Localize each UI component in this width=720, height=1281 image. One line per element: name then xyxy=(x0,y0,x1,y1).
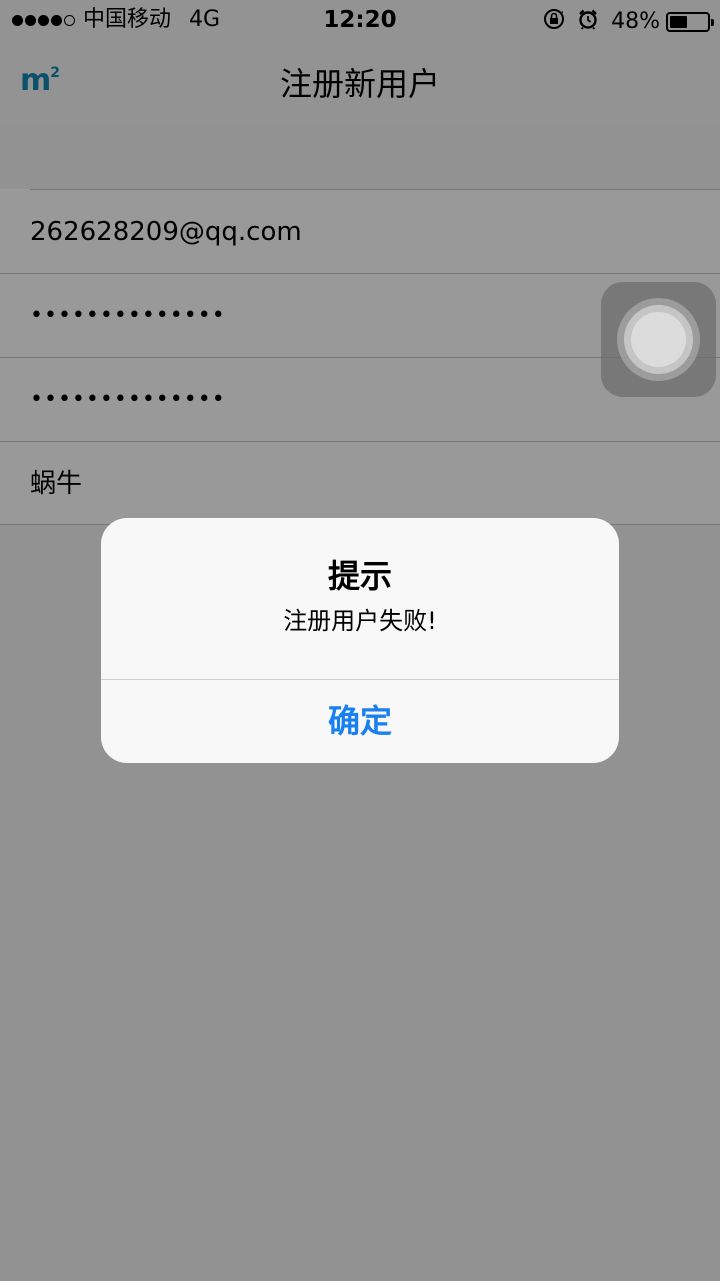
assistive-touch-center xyxy=(631,312,686,367)
alert-title: 提示 xyxy=(327,557,392,595)
alert-dialog: 提示 注册用户失败! 确定 xyxy=(101,518,619,763)
confirm-button[interactable]: 确定 xyxy=(101,680,619,763)
assistive-touch-button[interactable] xyxy=(601,282,716,397)
alert-message: 注册用户失败! xyxy=(283,607,437,635)
